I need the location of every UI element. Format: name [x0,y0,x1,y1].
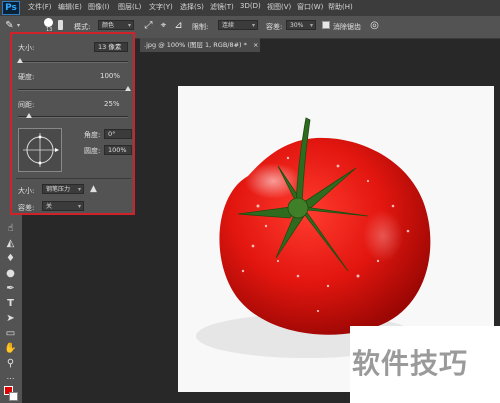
size-control-select[interactable]: 钢笔压力 [42,184,84,194]
path-selection-tool-icon[interactable]: ➤ [3,312,18,326]
zoom-tool-icon[interactable]: ⚲ [3,357,18,371]
menu-select[interactable]: 选择(S) [180,2,204,12]
pen-tool-icon[interactable]: ✒ [3,282,18,296]
menu-image[interactable]: 图像(I) [88,2,110,12]
menu-window[interactable]: 窗口(W) [297,2,323,12]
tolerance-control-label: 容差: [18,204,35,212]
roundness-input[interactable]: 100% [104,145,132,155]
close-tab-icon[interactable]: × [253,41,258,49]
photoshop-logo: Ps [2,1,20,15]
menu-type[interactable]: 文字(Y) [149,2,173,12]
limit-value: 连续 [222,22,235,29]
size-slider-track[interactable] [18,61,128,63]
type-tool-icon[interactable]: T [3,297,18,311]
tolerance-value: 30% [290,22,304,29]
tolerance-label: 容差: [266,23,283,31]
sample-continuous-icon[interactable]: ⤢ [142,19,155,32]
size-control-label: 大小: [18,187,35,195]
roundness-value: 100% [108,146,127,154]
limit-label: 限制: [192,23,209,31]
brush-picker-panel: 大小: 13 像素 硬度: 100% 间距: 25% 角度: 0° 圆度: 10… [10,32,135,215]
antialias-label: 消除锯齿 [333,23,361,31]
mode-select[interactable]: 颜色 [98,20,134,30]
smudge-tool-icon[interactable]: ☝ [3,222,18,236]
spacing-slider-track[interactable] [18,116,128,118]
document-tab[interactable]: .jpg @ 100% (图层 1, RGB/8#) * × [140,38,260,52]
angle-roundness-icon [23,133,59,167]
brush-angle-preview[interactable] [18,128,62,172]
mode-label: 模式: [74,23,91,31]
size-input[interactable]: 13 像素 [94,42,128,52]
angle-label: 角度: [84,131,101,139]
hardness-label: 硬度: [18,73,35,81]
brush-preview-icon[interactable] [44,18,53,27]
angle-value: 0° [108,130,116,138]
limit-select[interactable]: 连续 [218,20,258,30]
menu-help[interactable]: 帮助(H) [328,2,353,12]
menu-bar: Ps 文件(F) 编辑(E) 图像(I) 图层(L) 文字(Y) 选择(S) 滤… [0,0,500,16]
brush-tool-icon[interactable]: ✎ [3,19,16,32]
menu-filter[interactable]: 滤镜(T) [210,2,234,12]
warning-icon: ▲ [90,184,97,194]
roundness-label: 圆度: [84,147,101,155]
menu-file[interactable]: 文件(F) [28,2,52,12]
shape-tool-icon[interactable]: ▭ [3,327,18,341]
size-control-value: 钢笔压力 [46,186,71,193]
spacing-label: 间距: [18,101,35,109]
divider [16,178,131,179]
size-value: 13 像素 [98,43,122,51]
brush-panel-toggle-icon[interactable] [58,20,63,30]
menu-3d[interactable]: 3D(D) [240,2,261,10]
hardness-value[interactable]: 100% [100,72,120,80]
antialias-checkbox[interactable] [322,21,330,29]
document-tab-title: .jpg @ 100% (图层 1, RGB/8#) * [144,41,247,49]
sample-background-icon[interactable]: ⊿ [172,19,185,32]
tolerance-control-value: 关 [46,203,53,210]
tolerance-control-select[interactable]: 关 [42,201,84,211]
background-color-swatch[interactable] [9,392,18,401]
hand-tool-icon[interactable]: ✋ [3,342,18,356]
dodge-tool-icon[interactable]: ● [3,267,18,281]
blur-tool-icon[interactable]: ♦ [3,252,18,266]
hardness-slider-thumb[interactable] [125,86,131,91]
hardness-slider-track[interactable] [18,89,128,91]
more-tools-icon[interactable]: ⋯ [3,372,18,386]
size-slider-thumb[interactable] [17,58,24,63]
menu-edit[interactable]: 编辑(E) [58,2,82,12]
paint-bucket-tool-icon[interactable]: ◭ [3,237,18,251]
angle-input[interactable]: 0° [104,129,132,139]
menu-layer[interactable]: 图层(L) [118,2,141,12]
sample-once-icon[interactable]: ⌖ [157,19,170,32]
watermark-text: 软件技巧 [352,347,469,380]
spacing-slider-thumb[interactable] [26,113,32,118]
tolerance-input[interactable]: 30% [286,20,316,30]
spacing-value[interactable]: 25% [104,100,120,108]
mode-value: 颜色 [102,22,115,29]
menu-view[interactable]: 视图(V) [267,2,291,12]
size-label: 大小: [18,44,35,52]
pressure-icon[interactable]: ◎ [368,19,381,32]
tool-preset-arrow-icon[interactable]: ▾ [17,22,20,29]
